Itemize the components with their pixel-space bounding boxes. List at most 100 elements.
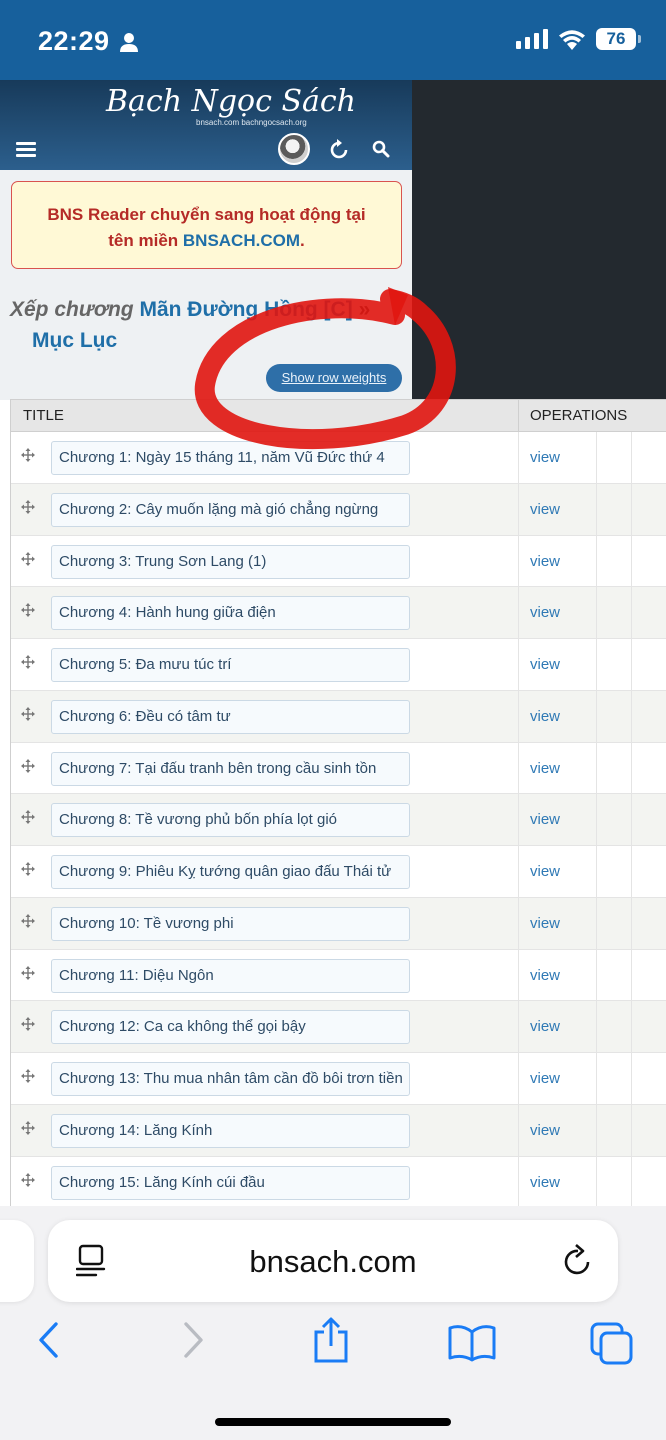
view-link[interactable]: view [530, 1018, 560, 1035]
chapter-title-field[interactable]: Chương 9: Phiêu Kỵ tướng quân giao đấu T… [51, 855, 410, 889]
operations-cell: view [518, 587, 666, 638]
view-link[interactable]: view [530, 1070, 560, 1087]
notice-text: tên miền [108, 231, 183, 250]
view-link[interactable]: view [530, 656, 560, 673]
cell-divider [631, 794, 632, 845]
drag-handle-icon[interactable] [21, 1017, 35, 1032]
table-row: Chương 6: Đều có tâm tư view [11, 690, 666, 743]
site-logo[interactable]: Bạch Ngọc Sách [106, 84, 356, 119]
notice-line-2: tên miền BNSACH.COM. [12, 228, 401, 254]
view-link[interactable]: view [530, 1122, 560, 1139]
drag-handle-icon[interactable] [21, 1069, 35, 1083]
status-bar: 22:29 76 [0, 0, 666, 80]
cell-divider [596, 897, 597, 949]
drag-handle-icon[interactable] [21, 965, 35, 980]
chapter-title-field[interactable]: Chương 1: Ngày 15 tháng 11, năm Vũ Đức t… [51, 441, 410, 475]
drag-handle-icon[interactable] [21, 551, 35, 566]
cell-divider [631, 1156, 632, 1208]
view-link[interactable]: view [530, 604, 560, 621]
reload-icon[interactable] [562, 1242, 594, 1278]
view-link[interactable]: view [530, 708, 560, 725]
drag-handle-icon[interactable] [21, 603, 35, 618]
cell-divider [596, 587, 597, 638]
chapter-title-field[interactable]: Chương 8: Tề vương phủ bốn phía lọt gió [51, 803, 410, 838]
address-bar[interactable]: bnsach.com [48, 1220, 618, 1302]
view-link[interactable]: view [530, 915, 560, 932]
view-link[interactable]: view [530, 1174, 560, 1191]
share-icon[interactable] [312, 1316, 350, 1364]
chapter-title-field[interactable]: Chương 6: Đều có tâm tư [51, 699, 410, 734]
chapter-title-field[interactable]: Chương 2: Cây muốn lặng mà gió chẳng ngừ… [51, 492, 410, 527]
refresh-icon[interactable] [330, 138, 350, 160]
person-icon [120, 33, 138, 52]
signal-icon [516, 29, 548, 49]
view-link[interactable]: view [530, 449, 560, 466]
drag-handle-icon[interactable] [21, 810, 35, 825]
previous-tab-preview[interactable] [0, 1220, 34, 1302]
table-row: Chương 15: Lăng Kính cúi đầu view [11, 1156, 666, 1209]
chapter-title-field[interactable]: Chương 4: Hành hung giữa điện [51, 596, 410, 631]
chapter-title-field[interactable]: Chương 11: Diệu Ngôn [51, 958, 410, 993]
drag-handle-icon[interactable] [21, 448, 35, 462]
operations-cell: view [518, 690, 666, 742]
cell-divider [596, 1104, 597, 1156]
drag-handle-icon[interactable] [21, 913, 35, 928]
menu-icon[interactable] [16, 142, 36, 158]
back-icon[interactable] [36, 1320, 62, 1360]
drag-handle-icon[interactable] [21, 758, 35, 773]
drag-handle-icon[interactable] [21, 1120, 35, 1135]
view-link[interactable]: view [530, 863, 560, 880]
table-row: Chương 4: Hành hung giữa điện view [11, 587, 666, 639]
show-row-weights-button[interactable]: Show row weights [266, 364, 402, 392]
view-link[interactable]: view [530, 501, 560, 518]
table-row: Chương 7: Tại đấu tranh bên trong cầu si… [11, 742, 666, 795]
url-text[interactable]: bnsach.com [48, 1244, 618, 1280]
drag-handle-icon[interactable] [21, 499, 35, 514]
view-link[interactable]: view [530, 967, 560, 984]
table-row: Chương 12: Ca ca không thể gọi bậy view [11, 1001, 666, 1053]
avatar[interactable] [278, 133, 310, 165]
breadcrumb-separator: » [358, 298, 371, 321]
cell-divider [631, 639, 632, 690]
view-link[interactable]: view [530, 553, 560, 570]
operations-cell: view [518, 1053, 666, 1104]
chapter-title-field[interactable]: Chương 3: Trung Sơn Lang (1) [51, 544, 410, 579]
chapter-title-field[interactable]: Chương 5: Đa mưu túc trí [51, 648, 410, 682]
cell-divider [631, 690, 632, 742]
drag-handle-icon[interactable] [21, 655, 35, 669]
forward-icon[interactable] [180, 1320, 206, 1360]
operations-cell: view [518, 535, 666, 587]
column-header-title: TITLE [23, 407, 64, 424]
table-header: TITLE OPERATIONS [11, 399, 666, 432]
chapter-title-field[interactable]: Chương 7: Tại đấu tranh bên trong cầu si… [51, 751, 410, 786]
chapter-title-field[interactable]: Chương 15: Lăng Kính cúi đầu [51, 1165, 410, 1200]
bookmarks-icon[interactable] [448, 1324, 496, 1362]
table-row: Chương 2: Cây muốn lặng mà gió chẳng ngừ… [11, 483, 666, 536]
drag-handle-icon[interactable] [21, 706, 35, 721]
cell-divider [596, 690, 597, 742]
table-row: Chương 9: Phiêu Kỵ tướng quân giao đấu T… [11, 846, 666, 898]
cell-divider [596, 846, 597, 897]
clock: 22:29 [38, 26, 110, 56]
chapter-title-field[interactable]: Chương 14: Lăng Kính [51, 1113, 410, 1148]
column-header-operations: OPERATIONS [518, 400, 666, 432]
cell-divider [631, 1104, 632, 1156]
notice-banner: BNS Reader chuyển sang hoạt động tại tên… [11, 181, 402, 269]
tabs-icon[interactable] [590, 1322, 634, 1366]
story-link[interactable]: Mãn Đường Hồng [C] [139, 298, 352, 321]
domain-link[interactable]: BNSACH.COM [183, 231, 300, 250]
cell-divider [596, 1053, 597, 1104]
page-title: Xếp chương Mãn Đường Hồng [C] » Mục Lục [10, 294, 410, 356]
view-link[interactable]: view [530, 811, 560, 828]
search-icon[interactable] [372, 140, 390, 158]
chapter-title-field[interactable]: Chương 12: Ca ca không thể gọi bậy [51, 1010, 410, 1045]
operations-cell: view [518, 742, 666, 794]
drag-handle-icon[interactable] [21, 1172, 35, 1187]
chapter-title-field[interactable]: Chương 10: Tề vương phi [51, 906, 410, 941]
operations-cell: view [518, 1104, 666, 1156]
toc-link[interactable]: Mục Lục [10, 325, 410, 356]
view-link[interactable]: view [530, 760, 560, 777]
drag-handle-icon[interactable] [21, 862, 35, 876]
cell-divider [596, 949, 597, 1001]
chapter-title-field[interactable]: Chương 13: Thu mua nhân tâm cần đồ bôi t… [51, 1062, 410, 1096]
